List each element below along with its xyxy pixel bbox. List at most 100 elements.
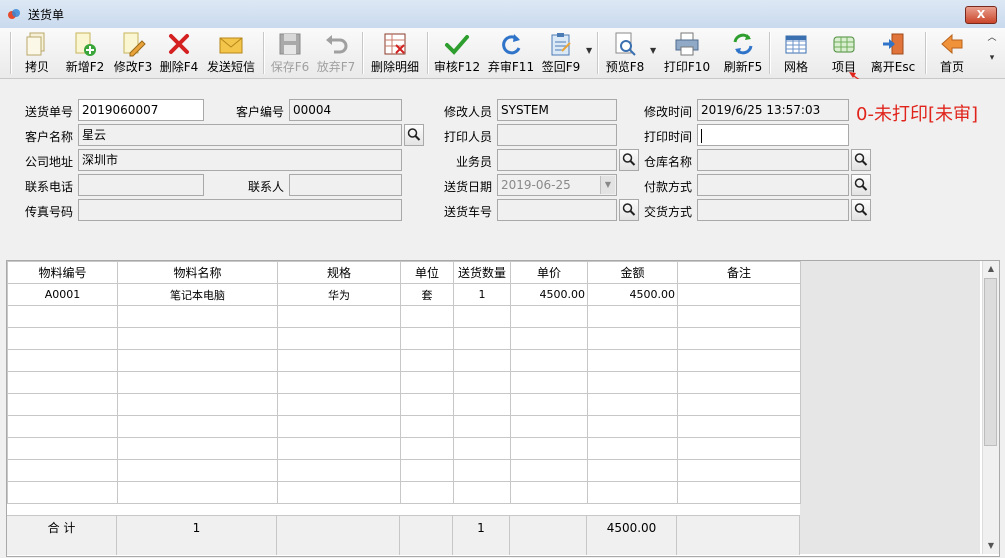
first-page-button[interactable]: 首页 bbox=[930, 28, 974, 78]
preview-dropdown-icon[interactable]: ▼ bbox=[650, 46, 656, 55]
col-header-spec[interactable]: 规格 bbox=[277, 261, 401, 284]
contact-field[interactable] bbox=[289, 174, 402, 196]
date-dropdown-icon[interactable]: ▼ bbox=[600, 176, 615, 194]
truck-label: 送货车号 bbox=[444, 205, 493, 219]
truck-search-button[interactable] bbox=[619, 199, 639, 221]
edit-button[interactable]: 修改F3 bbox=[110, 28, 156, 78]
empty-row[interactable] bbox=[7, 459, 801, 482]
salesman-search-button[interactable] bbox=[619, 149, 639, 171]
empty-row[interactable] bbox=[7, 371, 801, 394]
cell-price[interactable]: 4500.00 bbox=[510, 283, 588, 306]
cust-no-field[interactable]: 00004 bbox=[289, 99, 402, 121]
col-header-price[interactable]: 单价 bbox=[510, 261, 588, 284]
audit-button[interactable]: 审核F12 bbox=[432, 28, 482, 78]
search-icon bbox=[622, 153, 636, 166]
ship-date-picker[interactable]: 2019-06-25 ▼ bbox=[497, 174, 617, 196]
copy-button[interactable]: 拷贝 bbox=[14, 28, 60, 78]
toolbar-overflow-chevron-icon[interactable]: ︿ ▾ bbox=[986, 30, 998, 76]
address-field[interactable]: 深圳市 bbox=[78, 149, 402, 171]
exit-button[interactable]: 离开Esc bbox=[868, 28, 918, 78]
warehouse-field[interactable] bbox=[697, 149, 849, 171]
project-icon bbox=[833, 36, 855, 53]
salesman-label: 业务员 bbox=[456, 155, 493, 169]
cell-unit[interactable]: 套 bbox=[400, 283, 454, 306]
footer-item-count: 1 bbox=[117, 516, 277, 555]
cell-spec[interactable]: 华为 bbox=[277, 283, 401, 306]
cust-name-search-button[interactable] bbox=[404, 124, 424, 146]
scroll-down-icon[interactable]: ▼ bbox=[983, 538, 999, 554]
ship-date-value: 2019-06-25 bbox=[501, 178, 571, 192]
payment-field[interactable] bbox=[697, 174, 849, 196]
ship-date-label: 送货日期 bbox=[444, 180, 493, 194]
cust-name-field[interactable]: 星云 bbox=[78, 124, 402, 146]
signback-button[interactable]: 签回F9 bbox=[538, 28, 584, 78]
toolbar-separator bbox=[925, 32, 927, 74]
table-row[interactable]: A0001 笔记本电脑 华为 套 1 4500.00 4500.00 bbox=[7, 283, 801, 306]
detail-grid: 物料编号 物料名称 规格 单位 送货数量 单价 金额 备注 A0001 笔记本电… bbox=[6, 260, 1000, 557]
signback-dropdown-icon[interactable]: ▼ bbox=[586, 46, 592, 55]
empty-row[interactable] bbox=[7, 437, 801, 460]
exit-door-icon bbox=[883, 33, 904, 55]
grid-header-row: 物料编号 物料名称 规格 单位 送货数量 单价 金额 备注 bbox=[7, 261, 801, 284]
truck-field[interactable] bbox=[497, 199, 617, 221]
cell-item-name[interactable]: 笔记本电脑 bbox=[117, 283, 278, 306]
printtime-field[interactable] bbox=[697, 124, 849, 146]
delete-detail-button[interactable]: 删除明细 bbox=[367, 28, 423, 78]
col-header-unit[interactable]: 单位 bbox=[400, 261, 454, 284]
search-icon bbox=[854, 153, 868, 166]
print-button[interactable]: 打印F10 bbox=[660, 28, 714, 78]
salesman-field[interactable] bbox=[497, 149, 617, 171]
print-status-text: 0-未打印[未审] bbox=[856, 104, 978, 125]
unaudit-button[interactable]: 弃审F11 bbox=[486, 28, 536, 78]
modtime-field[interactable]: 2019/6/25 13:57:03 bbox=[697, 99, 849, 121]
modifier-field[interactable]: SYSTEM bbox=[497, 99, 617, 121]
discard-button[interactable]: 放弃F7 bbox=[314, 28, 358, 78]
footer-empty bbox=[400, 516, 453, 555]
close-button[interactable]: X bbox=[965, 6, 997, 24]
envelope-icon bbox=[219, 37, 243, 54]
col-header-remark[interactable]: 备注 bbox=[677, 261, 801, 284]
empty-row[interactable] bbox=[7, 349, 801, 372]
empty-row[interactable] bbox=[7, 327, 801, 350]
send-sms-button[interactable]: 发送短信 bbox=[204, 28, 258, 78]
col-header-amount[interactable]: 金额 bbox=[587, 261, 678, 284]
warehouse-search-button[interactable] bbox=[851, 149, 871, 171]
fax-field[interactable] bbox=[78, 199, 402, 221]
col-header-qty[interactable]: 送货数量 bbox=[453, 261, 511, 284]
cell-qty[interactable]: 1 bbox=[453, 283, 511, 306]
cell-item-no[interactable]: A0001 bbox=[7, 283, 118, 306]
modtime-label: 修改时间 bbox=[644, 105, 693, 119]
scrollbar-thumb[interactable] bbox=[984, 278, 997, 446]
cell-amount[interactable]: 4500.00 bbox=[587, 283, 678, 306]
delivery-field[interactable] bbox=[697, 199, 849, 221]
add-button[interactable]: 新增F2 bbox=[62, 28, 108, 78]
empty-row[interactable] bbox=[7, 415, 801, 438]
toolbar-separator bbox=[10, 32, 12, 74]
cell-remark[interactable] bbox=[677, 283, 801, 306]
delete-button[interactable]: 删除F4 bbox=[156, 28, 202, 78]
phone-field[interactable] bbox=[78, 174, 204, 196]
empty-row[interactable] bbox=[7, 481, 801, 504]
empty-row[interactable] bbox=[7, 393, 801, 416]
grid-footer-totals: 合 计 1 1 4500.00 bbox=[7, 515, 800, 555]
empty-row[interactable] bbox=[7, 305, 801, 328]
preview-button[interactable]: 预览F8 bbox=[602, 28, 648, 78]
refresh-icon bbox=[733, 33, 753, 55]
warehouse-label: 仓库名称 bbox=[644, 155, 693, 169]
edit-doc-icon bbox=[123, 32, 146, 57]
delivery-search-button[interactable] bbox=[851, 199, 871, 221]
payment-search-button[interactable] bbox=[851, 174, 871, 196]
scroll-up-icon[interactable]: ▲ bbox=[983, 261, 999, 277]
vertical-scrollbar[interactable]: ▲ ▼ bbox=[982, 261, 999, 554]
printer-field[interactable] bbox=[497, 124, 617, 146]
address-label: 公司地址 bbox=[25, 155, 74, 169]
save-button[interactable]: 保存F6 bbox=[268, 28, 312, 78]
search-icon bbox=[407, 128, 421, 141]
app-logo-icon bbox=[8, 9, 20, 19]
footer-qty-total: 1 bbox=[453, 516, 510, 555]
order-no-field[interactable]: 2019060007 bbox=[78, 99, 204, 121]
col-header-item-name[interactable]: 物料名称 bbox=[117, 261, 278, 284]
grid-icon bbox=[785, 35, 807, 54]
col-header-item-no[interactable]: 物料编号 bbox=[7, 261, 118, 284]
toolbar-separator bbox=[597, 32, 599, 74]
